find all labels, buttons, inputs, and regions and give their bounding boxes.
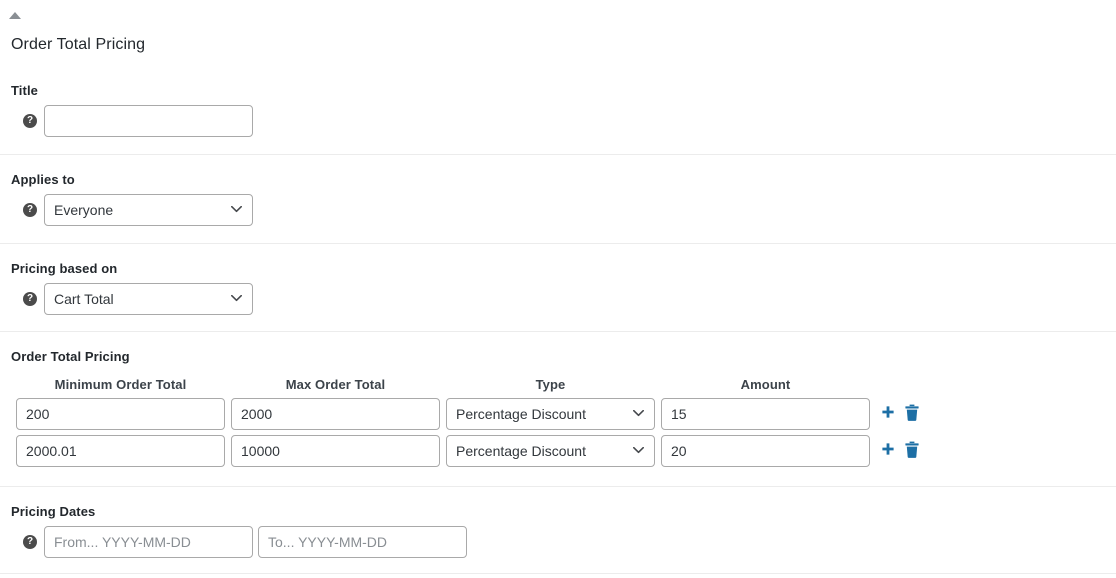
order-total-pricing-panel: Order Total Pricing Title ? Applies to ?… <box>0 0 1116 578</box>
table-row-minimum-order-total-input[interactable] <box>16 435 225 467</box>
help-icon-pricing-dates[interactable]: ? <box>23 535 37 549</box>
help-icon-pricing-based-on[interactable]: ? <box>23 292 37 306</box>
table-row-type-value: Percentage Discount <box>456 406 586 422</box>
table-row-max-order-total-input[interactable] <box>231 435 440 467</box>
pricing-based-on-select[interactable]: Cart Total <box>44 283 253 315</box>
pricing-table-section-label: Order Total Pricing <box>11 349 130 364</box>
chevron-down-icon <box>231 206 242 213</box>
table-row-amount-input[interactable] <box>661 435 870 467</box>
applies-to-select[interactable]: Everyone <box>44 194 253 226</box>
divider-5 <box>0 573 1116 574</box>
applies-to-label: Applies to <box>11 172 75 187</box>
column-header-minimum-order-total: Minimum Order Total <box>54 377 187 392</box>
divider-2 <box>0 243 1116 244</box>
chevron-down-icon <box>633 447 644 454</box>
help-icon-title[interactable]: ? <box>23 114 37 128</box>
table-row-type-select[interactable]: Percentage Discount <box>446 435 655 467</box>
column-header-amount: Amount <box>740 377 791 392</box>
plus-icon[interactable] <box>880 442 896 460</box>
title-input[interactable] <box>44 105 253 137</box>
applies-to-value: Everyone <box>54 202 114 218</box>
pricing-date-from-input[interactable] <box>44 526 253 558</box>
column-header-max-order-total: Max Order Total <box>285 377 386 392</box>
pricing-dates-label: Pricing Dates <box>11 504 96 519</box>
triangle-up-glyph <box>9 11 21 19</box>
plus-icon[interactable] <box>880 405 896 423</box>
table-row-type-select[interactable]: Percentage Discount <box>446 398 655 430</box>
pricing-based-on-label: Pricing based on <box>11 261 118 276</box>
pricing-date-to-input[interactable] <box>258 526 467 558</box>
chevron-down-icon <box>231 295 242 302</box>
triangle-up-icon[interactable] <box>8 8 22 22</box>
table-row-type-value: Percentage Discount <box>456 443 586 459</box>
page-title: Order Total Pricing <box>11 36 146 53</box>
table-row-max-order-total-input[interactable] <box>231 398 440 430</box>
divider-1 <box>0 154 1116 155</box>
title-field-label: Title <box>11 83 38 98</box>
pricing-based-on-value: Cart Total <box>54 291 114 307</box>
trash-icon[interactable] <box>904 441 920 459</box>
chevron-down-icon <box>633 410 644 417</box>
help-icon-applies-to[interactable]: ? <box>23 203 37 217</box>
divider-4 <box>0 486 1116 487</box>
table-row-minimum-order-total-input[interactable] <box>16 398 225 430</box>
table-row-amount-input[interactable] <box>661 398 870 430</box>
divider-3 <box>0 331 1116 332</box>
column-header-type: Type <box>535 377 566 392</box>
trash-icon[interactable] <box>904 404 920 422</box>
